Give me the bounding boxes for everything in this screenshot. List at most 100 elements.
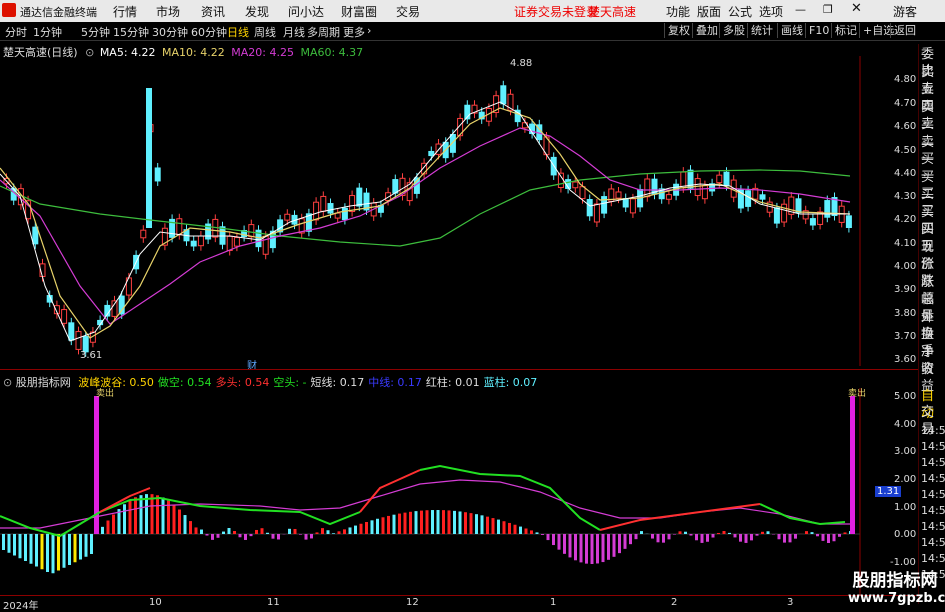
candle-body (746, 191, 751, 207)
minimize-icon[interactable]: — (795, 3, 806, 16)
indicator-bar (756, 534, 759, 536)
indicator-bar (101, 527, 104, 534)
indicator-bar (827, 534, 830, 543)
indicator-bar (574, 534, 577, 560)
current-value-badge: 1.31 (875, 486, 901, 497)
menu-quotes[interactable]: 行情 (113, 3, 137, 20)
indicator-bar (85, 534, 88, 557)
indicator-bar (222, 532, 225, 534)
candle-body (321, 196, 326, 211)
menu-wealth[interactable]: 财富圈 (341, 3, 377, 20)
x-tick: 2024年 (3, 597, 38, 612)
menu-discover[interactable]: 发现 (245, 3, 269, 20)
title-bar: 通达信金融终端 行情 市场 资讯 发现 问小达 财富圈 交易 证券交易未登录 楚… (0, 0, 945, 22)
tab-1min[interactable]: 1分钟 (33, 24, 62, 40)
indicator-chart[interactable]: 卖出 卖出 (0, 388, 918, 596)
indicator-bar (690, 534, 693, 536)
tab-more[interactable]: 更多 (343, 24, 365, 40)
indicator-bar (629, 534, 632, 544)
indicator-bar (382, 517, 385, 534)
candle-body (191, 241, 196, 246)
tab-daily[interactable]: 日线 (227, 24, 249, 40)
indicator-bar (354, 526, 357, 534)
indicator-bar (717, 533, 720, 534)
price-chart[interactable] (0, 56, 918, 366)
indicator-bar (508, 523, 511, 534)
tab-15min[interactable]: 15分钟 (113, 24, 149, 40)
candle-body (695, 179, 700, 196)
menu-function[interactable]: 功能 (666, 3, 690, 20)
candle-body (810, 219, 815, 225)
indicator-bar (739, 534, 742, 542)
spike-candle (146, 88, 152, 228)
indicator-bar (552, 534, 555, 545)
user-label[interactable]: 游客 (893, 3, 917, 20)
tab-weekly[interactable]: 周线 (254, 24, 276, 40)
indicator-bar (580, 534, 583, 562)
menu-options[interactable]: 选项 (759, 3, 783, 20)
stats-button[interactable]: 统计 (747, 23, 776, 38)
indicator-bar (316, 532, 319, 534)
tab-monthly[interactable]: 月线 (283, 24, 305, 40)
mark-button[interactable]: 标记 (831, 23, 860, 38)
tab-60min[interactable]: 60分钟 (191, 24, 227, 40)
indicator-bar (640, 531, 643, 534)
indicator-bar (525, 528, 528, 534)
tab-30min[interactable]: 30分钟 (152, 24, 188, 40)
menu-formula[interactable]: 公式 (728, 3, 752, 20)
tab-intraday[interactable]: 分时 (5, 24, 27, 40)
ind-y-tick: 1.00 (894, 502, 916, 513)
tab-multi-period[interactable]: 多周期 (307, 24, 340, 40)
indicator-bar (767, 531, 770, 534)
menu-news[interactable]: 资讯 (201, 3, 225, 20)
more-chevron-icon[interactable]: › (367, 24, 371, 37)
indicator-bar (228, 528, 231, 534)
x-tick: 10 (149, 597, 162, 608)
back-button[interactable]: 返回 (890, 23, 919, 38)
indicator-bar (255, 530, 258, 534)
indicator-bar (371, 520, 374, 534)
watermark-url: www.7gpzb.com (848, 591, 942, 606)
ind-y-tick: 3.00 (894, 446, 916, 457)
f10-button[interactable]: F10 (805, 23, 832, 38)
recovery-red (600, 504, 760, 530)
ma60-line (0, 170, 850, 246)
trade-time: 14:56 (921, 550, 945, 567)
tab-5min[interactable]: 5分钟 (81, 24, 110, 40)
candle-body (760, 195, 765, 199)
menu-ask[interactable]: 问小达 (288, 3, 324, 20)
menu-market[interactable]: 市场 (156, 3, 180, 20)
candle-body (774, 208, 779, 223)
indicator-bar (486, 517, 489, 534)
indicator-bar (662, 534, 665, 543)
indicator-bar (591, 534, 594, 564)
close-icon[interactable]: ✕ (851, 1, 862, 16)
multi-stock-button[interactable]: 多股 (719, 23, 748, 38)
adjust-button[interactable]: 复权 (664, 23, 693, 38)
candle-body (76, 332, 81, 350)
menu-trade[interactable]: 交易 (396, 3, 420, 20)
restore-icon[interactable]: ❐ (823, 3, 833, 16)
indicator-bar (327, 530, 330, 534)
candle-body (213, 219, 218, 237)
indicator-bar (239, 534, 242, 537)
candle-body (573, 182, 578, 188)
app-logo-icon (2, 3, 16, 17)
overlay-button[interactable]: 叠加 (692, 23, 721, 38)
indicator-bar (123, 504, 126, 534)
indicator-bar (112, 515, 115, 534)
y-tick: 4.70 (894, 98, 916, 109)
trade-time: 14:56 (921, 470, 945, 487)
indicator-bar (431, 510, 434, 534)
candle-body (350, 196, 355, 212)
indicator-bar (107, 521, 110, 534)
y-tick: 4.60 (894, 121, 916, 132)
draw-line-button[interactable]: 画线 (777, 23, 806, 38)
candle-body (724, 172, 729, 185)
indicator-bar (750, 534, 753, 540)
login-warning[interactable]: 证券交易未登录 (514, 3, 598, 20)
candle-body (594, 204, 599, 222)
menu-layout[interactable]: 版面 (697, 3, 721, 20)
app-name: 通达信金融终端 (20, 4, 97, 20)
indicator-bar (613, 534, 616, 557)
